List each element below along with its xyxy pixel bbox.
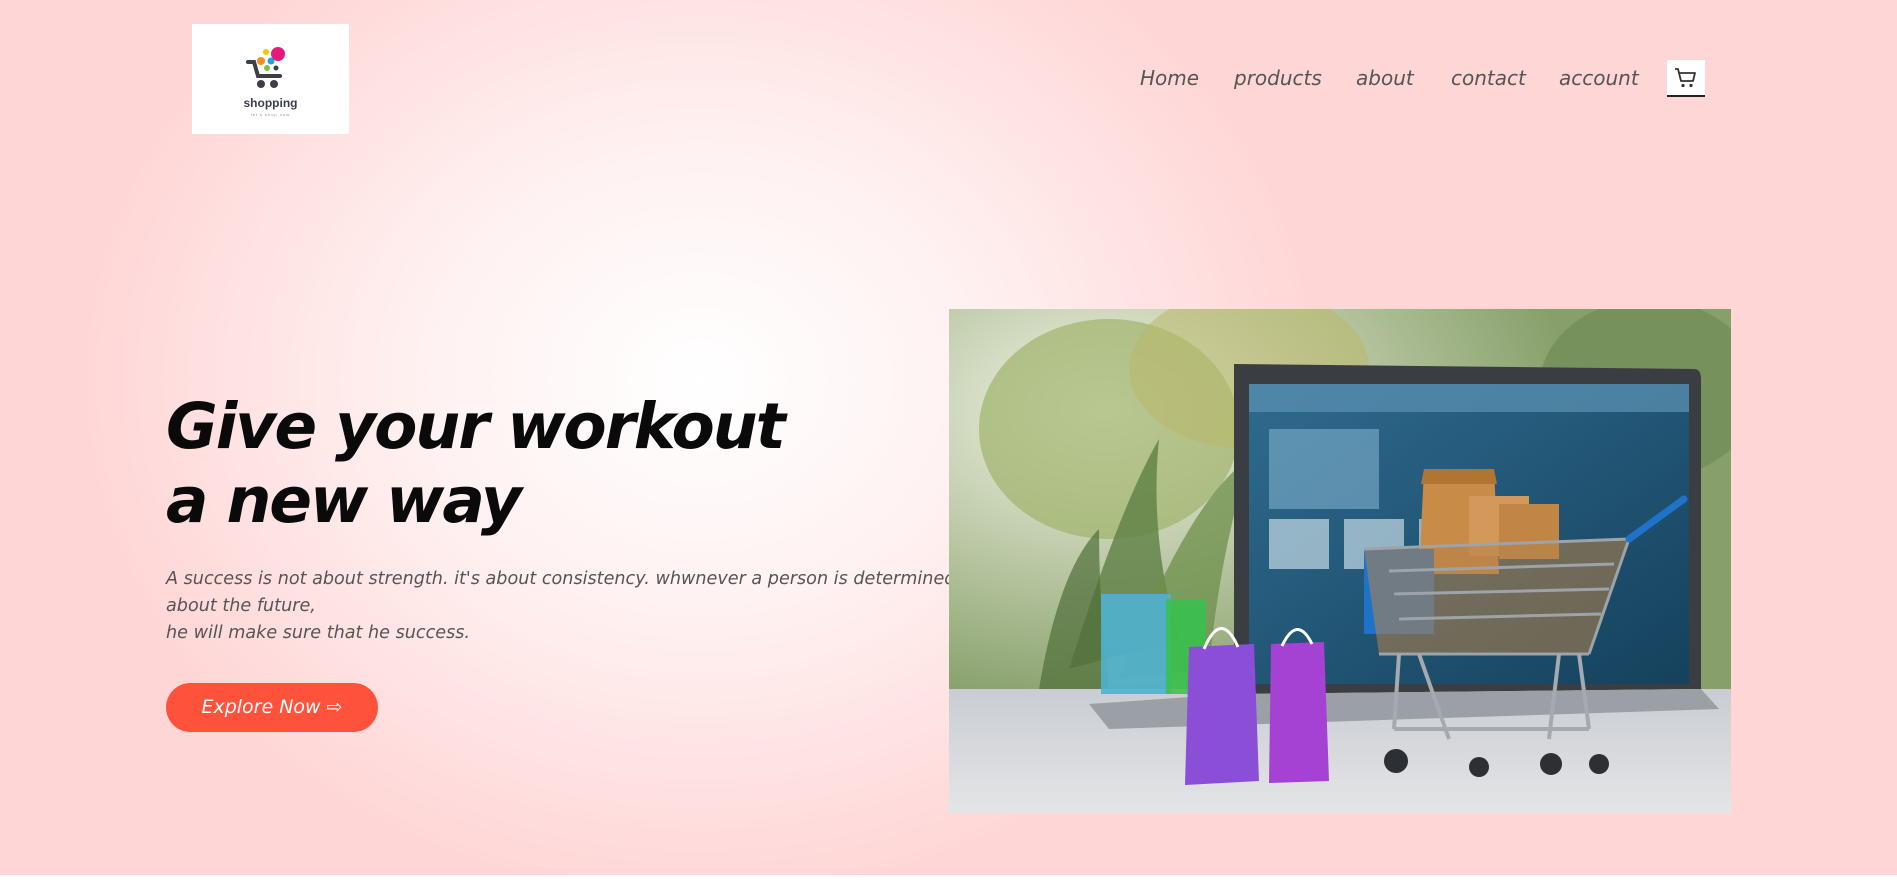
hero-image — [949, 309, 1731, 813]
nav-about[interactable]: about — [1356, 66, 1414, 90]
logo-tagline: let's shop now — [250, 112, 291, 117]
hero-headline: Give your workout a new way — [166, 390, 786, 538]
nav-account[interactable]: account — [1559, 66, 1639, 90]
explore-now-button[interactable]: Explore Now ⇨ — [166, 683, 378, 732]
logo-name: shopping — [243, 96, 298, 110]
nav-products[interactable]: products — [1234, 66, 1322, 90]
logo[interactable]: shopping let's shop now — [192, 24, 349, 134]
hero-description-line2: he will make sure that he success. — [166, 623, 471, 643]
nav-home[interactable]: Home — [1140, 66, 1199, 90]
nav-contact[interactable]: contact — [1451, 66, 1526, 90]
hero-description: A success is not about strength. it's ab… — [166, 566, 956, 647]
cart-button[interactable] — [1667, 60, 1705, 97]
hero-section: shopping let's shop now Home products ab… — [0, 0, 1897, 875]
hero-description-line1: A success is not about strength. it's ab… — [166, 569, 956, 616]
hero-headline-line1: Give your workout — [166, 390, 786, 463]
shopping-cart-laptop-photo — [949, 309, 1731, 813]
cart-icon — [1675, 68, 1696, 88]
hero-headline-line2: a new way — [166, 464, 522, 537]
shopping-cart-logo-icon — [246, 47, 285, 88]
